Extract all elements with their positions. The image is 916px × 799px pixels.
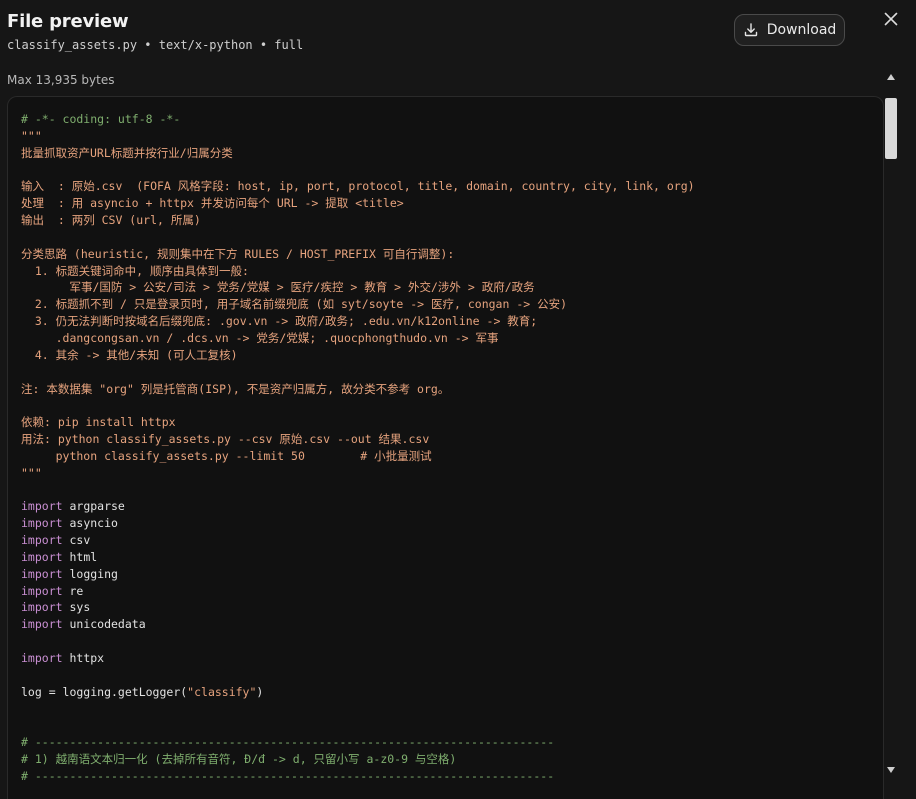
code-line: import csv (21, 532, 695, 549)
code-line: .dangcongsan.vn / .dcs.vn -> 党务/党媒; .quo… (21, 330, 695, 347)
code-content: # -*- coding: utf-8 -*- """ 批量抓取资产URL标题并按行… (21, 111, 695, 785)
code-docstring: 用法: python classify_assets.py --csv 原始.c… (21, 432, 430, 447)
file-preview-modal: File preview classify_assets.py • text/x… (0, 0, 916, 799)
code-docstring: 4. 其余 -> 其他/未知 (可人工复核) (21, 347, 238, 362)
code-text: sys (62, 600, 91, 615)
code-line: 批量抓取资产URL标题并按行业/归属分类 (21, 145, 695, 162)
code-line: import unicodedata (21, 616, 695, 633)
max-bytes-label: Max 13,935 bytes (7, 73, 115, 87)
code-line: 3. 仍无法判断时按域名后缀兜底: .gov.vn -> 政府/政务; .edu… (21, 313, 695, 330)
code-keyword: import (21, 651, 63, 665)
code-line: 2. 标题抓不到 / 只是登录页时, 用子域名前缀兜底 (如 syt/soyte… (21, 296, 695, 313)
file-meta: classify_assets.py • text/x-python • ful… (7, 38, 304, 52)
code-line: 输入 : 原始.csv (FOFA 风格字段: host, ip, port, … (21, 178, 695, 195)
code-docstring: 输出 : 两列 CSV (url, 所属) (21, 213, 201, 228)
code-text: asyncio (62, 516, 118, 531)
code-line: 输出 : 两列 CSV (url, 所属) (21, 212, 695, 229)
code-line: 依赖: pip install httpx (21, 414, 695, 431)
code-line: 注: 本数据集 "org" 列是托管商(ISP), 不是资产归属方, 故分类不参… (21, 381, 695, 398)
chevron-up-icon[interactable] (886, 72, 896, 82)
code-docstring: 分类思路 (heuristic, 规则集中在下方 RULES / HOST_PR… (21, 246, 455, 261)
code-comment: # --------------------------------------… (21, 768, 555, 783)
code-text: unicodedata (62, 617, 146, 632)
close-icon (884, 11, 898, 30)
modal-title: File preview (7, 11, 129, 32)
code-docstring: 1. 标题关键词命中, 顺序由具体到一般: (21, 263, 249, 278)
code-text: logging (62, 566, 118, 581)
code-text: html (62, 549, 98, 564)
code-keyword: import (21, 516, 63, 531)
code-keyword: import (21, 566, 63, 581)
code-docstring: """ (21, 128, 42, 143)
code-docstring: 2. 标题抓不到 / 只是登录页时, 用子域名前缀兜底 (如 syt/soyte… (21, 297, 568, 312)
code-line: 用法: python classify_assets.py --csv 原始.c… (21, 431, 695, 448)
code-line: import logging (21, 566, 695, 583)
code-line: # --------------------------------------… (21, 734, 695, 751)
code-line: """ (21, 465, 695, 482)
code-line: # --------------------------------------… (21, 768, 695, 785)
code-line: import sys (21, 599, 695, 616)
code-docstring: 批量抓取资产URL标题并按行业/归属分类 (21, 145, 233, 160)
code-docstring: """ (21, 465, 42, 480)
vertical-scrollbar[interactable] (884, 72, 898, 777)
code-line: 1. 标题关键词命中, 顺序由具体到一般: (21, 263, 695, 280)
code-line: # 1) 越南语文本归一化 (去掉所有音符, Đ/đ -> d, 只留小写 a-… (21, 751, 695, 768)
code-line: 军事/国防 > 公安/司法 > 党务/党媒 > 医疗/疾控 > 教育 > 外交/… (21, 279, 695, 296)
download-label: Download (766, 22, 837, 38)
code-line: import httpx (21, 650, 695, 667)
code-line: python classify_assets.py --limit 50 # 小… (21, 448, 695, 465)
code-line: log = logging.getLogger("classify") (21, 684, 695, 701)
code-docstring: 注: 本数据集 "org" 列是托管商(ISP), 不是资产归属方, 故分类不参… (21, 381, 450, 396)
code-keyword: import (21, 533, 63, 548)
scrollbar-thumb[interactable] (885, 98, 897, 159)
code-line: import html (21, 549, 695, 566)
code-keyword: import (21, 600, 63, 615)
code-keyword: import (21, 499, 63, 514)
code-docstring: python classify_assets.py --limit 50 # 小… (21, 448, 432, 463)
code-comment: # 1) 越南语文本归一化 (去掉所有音符, Đ/đ -> d, 只留小写 a-… (21, 752, 457, 767)
chevron-down-icon[interactable] (886, 765, 896, 775)
code-line: import re (21, 583, 695, 600)
code-docstring: .dangcongsan.vn / .dcs.vn -> 党务/党媒; .quo… (21, 330, 499, 345)
code-docstring: 依赖: pip install httpx (21, 415, 176, 430)
code-string: "classify" (187, 684, 257, 699)
code-docstring: 输入 : 原始.csv (FOFA 风格字段: host, ip, port, … (21, 179, 695, 194)
code-line: 4. 其余 -> 其他/未知 (可人工复核) (21, 347, 695, 364)
code-text: log = logging.getLogger( (21, 684, 188, 699)
code-text: re (62, 583, 84, 598)
code-line: 处理 : 用 asyncio + httpx 并发访问每个 URL -> 提取 … (21, 195, 695, 212)
code-line: # -*- coding: utf-8 -*- (21, 111, 695, 128)
download-icon (743, 22, 759, 38)
code-comment: # --------------------------------------… (21, 735, 555, 750)
code-docstring: 处理 : 用 asyncio + httpx 并发访问每个 URL -> 提取 … (21, 196, 404, 211)
code-line: """ (21, 128, 695, 145)
code-line: import asyncio (21, 515, 695, 532)
code-text: argparse (62, 499, 125, 514)
code-keyword: import (21, 583, 63, 598)
code-line: import argparse (21, 498, 695, 515)
code-keyword: import (21, 549, 63, 564)
code-line: 分类思路 (heuristic, 规则集中在下方 RULES / HOST_PR… (21, 246, 695, 263)
code-keyword: import (21, 617, 63, 632)
close-button[interactable] (880, 9, 902, 31)
code-docstring: 3. 仍无法判断时按域名后缀兜底: .gov.vn -> 政府/政务; .edu… (21, 314, 538, 329)
download-button[interactable]: Download (734, 14, 845, 46)
code-text: csv (62, 533, 91, 548)
code-text: ) (256, 684, 264, 699)
code-text: httpx (62, 651, 105, 665)
code-preview[interactable]: # -*- coding: utf-8 -*- """ 批量抓取资产URL标题并按行… (7, 96, 884, 799)
code-docstring: 军事/国防 > 公安/司法 > 党务/党媒 > 医疗/疾控 > 教育 > 外交/… (21, 280, 535, 295)
code-comment: # -*- coding: utf-8 -*- (21, 112, 181, 126)
